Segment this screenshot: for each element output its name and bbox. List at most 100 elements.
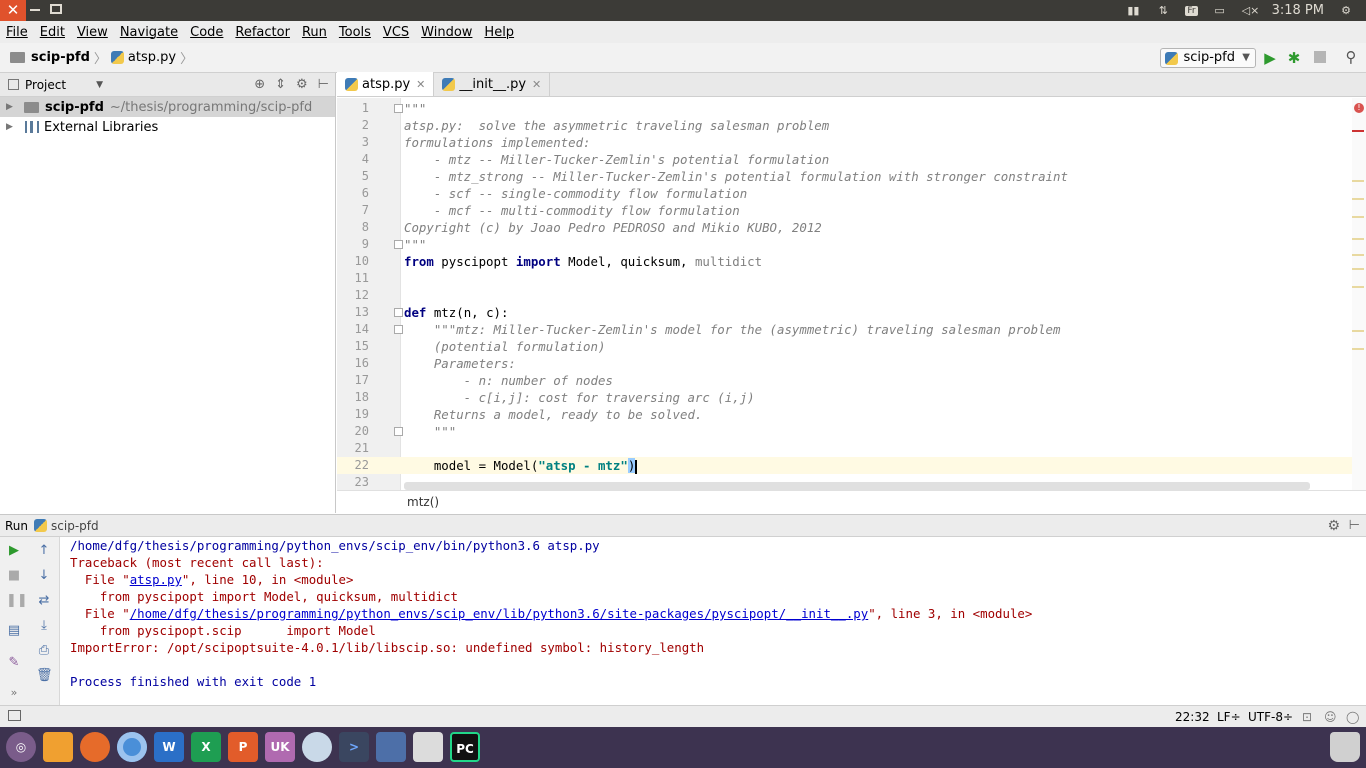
warning-marker[interactable] [1352,330,1364,332]
expand-triangle-icon[interactable]: ▶ [6,102,14,112]
excel-icon[interactable]: X [191,732,221,762]
scroll-from-source-icon[interactable]: ⊕ [254,77,265,92]
close-window-button[interactable]: ✕ [0,0,26,21]
fold-marker-icon[interactable] [394,325,403,334]
chevron-down-icon[interactable]: ▼ [96,80,103,90]
line-separator[interactable]: LF÷ [1217,710,1241,724]
menu-edit[interactable]: Edit [34,25,71,40]
caret-position[interactable]: 22:32 [1175,710,1210,724]
pin-icon[interactable]: ✎ [6,655,22,671]
menu-code[interactable]: Code [184,25,229,40]
scroll-to-end-icon[interactable]: ⤓ [36,618,52,634]
menu-run[interactable]: Run [296,25,333,40]
trash-icon[interactable]: 🗑 [36,668,53,684]
source-link[interactable]: /home/dfg/thesis/programming/python_envs… [130,606,869,621]
warning-marker[interactable] [1352,238,1364,240]
warning-marker[interactable] [1352,254,1364,256]
expand-triangle-icon[interactable]: ▶ [6,122,14,132]
menu-help[interactable]: Help [478,25,520,40]
tool-windows-icon[interactable] [8,710,21,721]
breadcrumb-file[interactable]: atsp.py [128,50,176,65]
file-encoding[interactable]: UTF-8÷ [1248,710,1293,724]
horizontal-scrollbar[interactable] [404,482,1310,490]
soft-wrap-icon[interactable]: ⇄ [36,593,52,609]
clock[interactable]: 3:18 PM [1272,3,1324,18]
restore-layout-icon[interactable]: ▤ [6,623,22,639]
run-configuration-select[interactable]: scip-pfd ▼ [1160,48,1256,68]
error-stripe[interactable]: ! [1352,98,1366,490]
rerun-icon[interactable]: ▶ [6,543,22,559]
settings-gear-icon[interactable]: ⚙ [296,77,308,92]
collapse-all-icon[interactable]: ⇕ [275,77,286,92]
lock-icon[interactable]: ⊡ [1302,710,1312,724]
dropbox-icon[interactable]: ▮▮ [1125,4,1141,17]
scroll-down-icon[interactable]: ↓ [36,568,52,584]
run-console-output[interactable]: /home/dfg/thesis/programming/python_envs… [60,537,1366,705]
terminal-icon[interactable]: > [339,732,369,762]
close-tab-icon[interactable]: ✕ [532,78,541,91]
tree-item-external-libraries[interactable]: ▶ External Libraries [0,117,335,137]
stop-icon[interactable]: ■ [6,568,22,584]
run-panel-title[interactable]: Run [5,519,28,533]
tab-init-py[interactable]: __init__.py ✕ [434,72,551,96]
menu-navigate[interactable]: Navigate [114,25,184,40]
run-button[interactable]: ▶ [1261,50,1279,66]
expand-icon[interactable]: » [6,685,22,701]
event-log-icon[interactable]: ◯ [1346,710,1359,724]
chromium-icon[interactable] [117,732,147,762]
display-icon[interactable] [413,732,443,762]
search-everywhere-icon[interactable]: ⚲ [1342,49,1360,65]
settings-gear-icon[interactable]: ⚙ [1327,518,1340,534]
word-icon[interactable]: W [154,732,184,762]
menu-window[interactable]: Window [415,25,478,40]
breadcrumb-function[interactable]: mtz() [407,495,439,509]
fold-marker-icon[interactable] [394,308,403,317]
warning-marker[interactable] [1352,286,1364,288]
run-tab-label[interactable]: scip-pfd [51,519,99,533]
screenshot-icon[interactable] [376,732,406,762]
print-icon[interactable]: ⎙ [36,643,52,659]
source-link[interactable]: atsp.py [130,572,182,587]
volume-muted-icon[interactable]: ◁× [1242,4,1260,17]
stop-button[interactable] [1311,50,1329,66]
pycharm-icon[interactable]: PC [450,732,480,762]
menu-tools[interactable]: Tools [333,25,377,40]
network-icon[interactable] [302,732,332,762]
project-view-select[interactable]: Project [25,78,66,92]
keyboard-layout-indicator[interactable]: Fr [1185,5,1198,16]
warning-marker[interactable] [1352,180,1364,182]
maximize-window-button[interactable] [50,4,62,14]
breadcrumb-project[interactable]: scip-pfd [31,50,90,65]
code-breadcrumb[interactable]: mtz() [337,490,1366,513]
network-arrows-icon[interactable]: ⇅ [1155,4,1171,17]
warning-marker[interactable] [1352,348,1364,350]
tree-item-root[interactable]: ▶ scip-pfd ~/thesis/programming/scip-pfd [0,97,335,117]
error-indicator-icon[interactable]: ! [1354,103,1364,113]
warning-marker[interactable] [1352,268,1364,270]
firefox-icon[interactable] [80,732,110,762]
minimize-window-button[interactable] [30,9,40,11]
powerpoint-icon[interactable]: P [228,732,258,762]
warning-marker[interactable] [1352,198,1364,200]
files-icon[interactable] [43,732,73,762]
menu-vcs[interactable]: VCS [377,25,415,40]
hide-panel-icon[interactable]: ⊢ [1349,518,1360,533]
code-area[interactable]: 1 """ 2 atsp.py: solve the asymmetric trav… [337,100,1352,490]
pause-icon[interactable]: ❚❚ [6,593,28,609]
trash-icon[interactable] [1330,732,1360,762]
fold-marker-icon[interactable] [394,104,403,113]
menu-view[interactable]: View [71,25,114,40]
store-icon[interactable]: UK [265,732,295,762]
ubuntu-icon[interactable]: ◎ [6,732,36,762]
inspector-icon[interactable]: ☺ [1324,710,1337,724]
fold-marker-icon[interactable] [394,427,403,436]
fold-marker-icon[interactable] [394,240,403,249]
close-tab-icon[interactable]: ✕ [416,78,425,91]
tab-atsp-py[interactable]: atsp.py ✕ [337,72,435,96]
warning-marker[interactable] [1352,216,1364,218]
menu-file[interactable]: File [0,25,34,40]
battery-icon[interactable]: ▭ [1212,4,1228,17]
menu-refactor[interactable]: Refactor [229,25,296,40]
hide-panel-icon[interactable]: ⊢ [318,77,329,92]
settings-gear-icon[interactable]: ⚙ [1338,4,1354,17]
